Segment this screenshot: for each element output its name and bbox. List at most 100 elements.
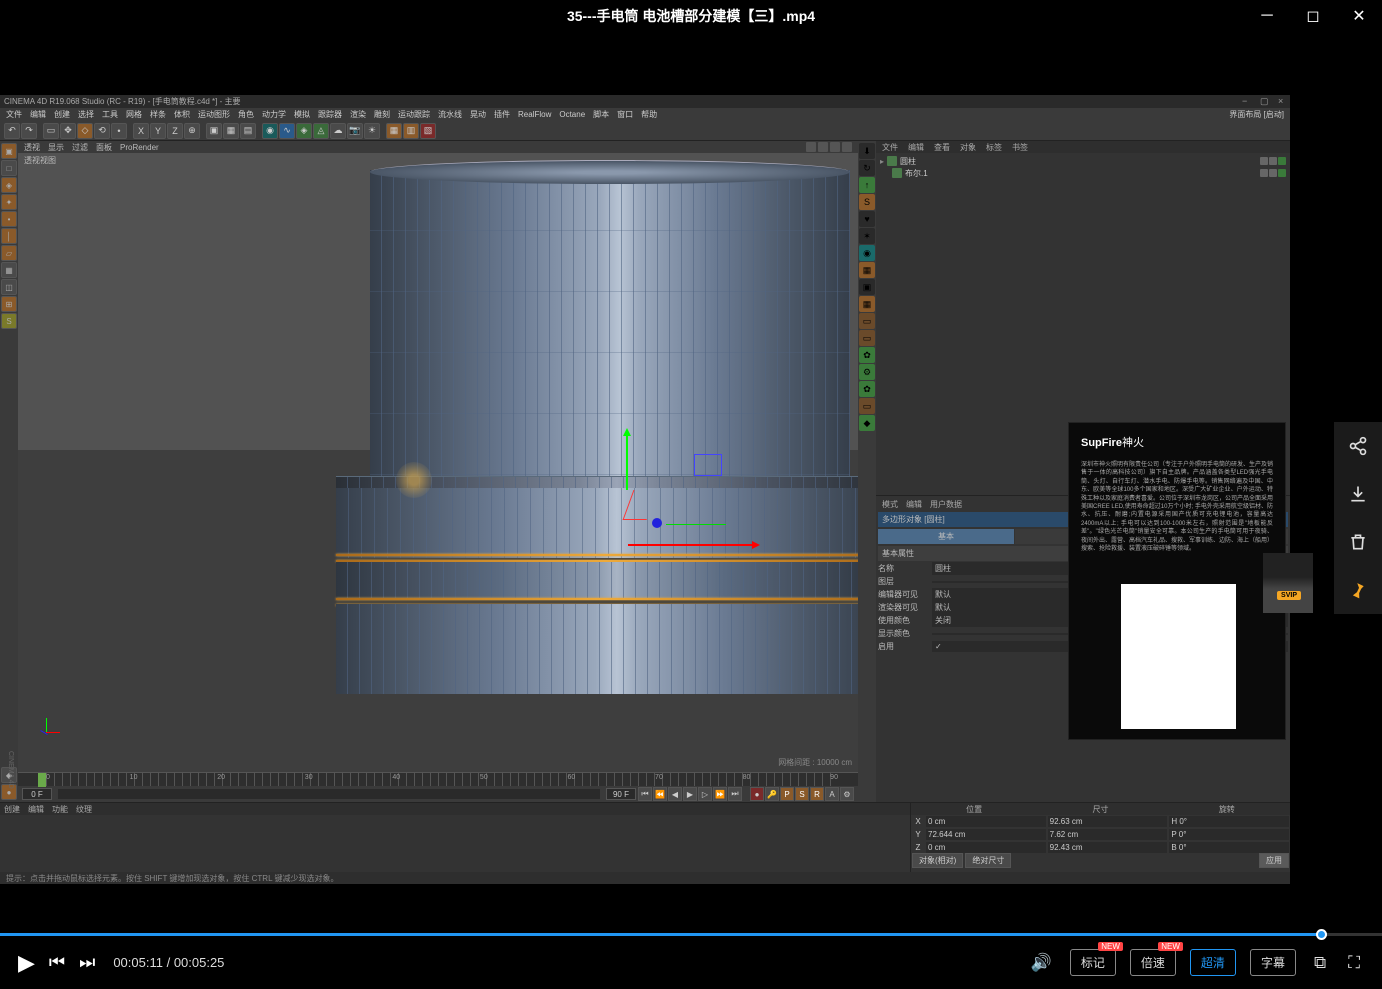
move-gizmo[interactable] — [606, 430, 806, 590]
vp-icon-2[interactable] — [818, 142, 828, 152]
key-a-icon[interactable]: A — [825, 787, 839, 801]
pos-z-input[interactable]: 0 cm — [926, 842, 1046, 853]
next-frame-icon[interactable]: ▷ — [698, 787, 712, 801]
menu-tracker[interactable]: 跟踪器 — [318, 109, 342, 120]
rot-p-input[interactable]: P 0° — [1169, 829, 1289, 840]
record-icon[interactable]: ● — [750, 787, 764, 801]
attr-tab-user[interactable]: 用户数据 — [930, 499, 962, 510]
rot-h-input[interactable]: H 0° — [1169, 816, 1289, 827]
tile-icon[interactable]: ▦ — [386, 123, 402, 139]
goto-end-icon[interactable]: ⏭ — [728, 787, 742, 801]
prev-key-icon[interactable]: ⏪ — [653, 787, 667, 801]
rt-icon-5[interactable]: ♥ — [859, 211, 875, 227]
c4d-min-icon[interactable]: − — [1242, 96, 1252, 106]
rt-icon-12[interactable]: ▭ — [859, 330, 875, 346]
move-icon[interactable]: ✥ — [60, 123, 76, 139]
close-button[interactable]: ✕ — [1336, 0, 1382, 32]
next-button[interactable]: ⏭ — [79, 952, 95, 973]
axis-x-icon[interactable]: X — [133, 123, 149, 139]
obj-tab-file[interactable]: 文件 — [882, 142, 898, 153]
axis-yz-plane[interactable] — [623, 490, 658, 520]
rt-icon-1[interactable]: ⬇ — [859, 143, 875, 159]
key-opts-icon[interactable]: ⚙ — [840, 787, 854, 801]
vp-menu-panel[interactable]: 面板 — [96, 142, 112, 153]
vp-menu-view[interactable]: 透视 — [24, 142, 40, 153]
frame-start-input[interactable] — [22, 788, 52, 800]
axis-y-handle[interactable] — [626, 430, 628, 490]
key-p-icon[interactable]: P — [780, 787, 794, 801]
material-manager[interactable]: 创建 编辑 功能 纹理 — [0, 803, 910, 872]
mat-tab-create[interactable]: 创建 — [4, 804, 20, 815]
axis-z-handle[interactable] — [652, 518, 662, 528]
coord-dim-dropdown[interactable]: 绝对尺寸 — [965, 853, 1011, 868]
menu-sculpt[interactable]: 雕刻 — [374, 109, 390, 120]
edge-mode-icon[interactable]: │ — [1, 228, 17, 244]
workplane-icon[interactable]: ◫ — [1, 279, 17, 295]
obj-tab-edit[interactable]: 编辑 — [908, 142, 924, 153]
vp-icon-3[interactable] — [830, 142, 840, 152]
object-mode-icon[interactable]: ◈ — [1, 177, 17, 193]
render-view-icon[interactable]: ▣ — [206, 123, 222, 139]
goto-start-icon[interactable]: ⏮ — [638, 787, 652, 801]
rotate-icon[interactable]: ⟲ — [94, 123, 110, 139]
obj-tab-view[interactable]: 查看 — [934, 142, 950, 153]
attr-tab-mode[interactable]: 模式 — [882, 499, 898, 510]
subtitle-button[interactable]: 字幕 — [1250, 949, 1296, 976]
mat-tab-edit[interactable]: 编辑 — [28, 804, 44, 815]
make-editable-icon[interactable]: ▣ — [1, 143, 17, 159]
3d-viewport[interactable]: 透视视图 — [18, 153, 858, 772]
menu-simulate[interactable]: 模拟 — [294, 109, 310, 120]
tile2-icon[interactable]: ▥ — [403, 123, 419, 139]
timeline-slider[interactable] — [58, 789, 600, 799]
polygon-mode-icon[interactable]: ▱ — [1, 245, 17, 261]
rt-icon-2[interactable]: ↻ — [859, 160, 875, 176]
axis-mode-icon[interactable]: ✦ — [1, 194, 17, 210]
axis-xy-plane[interactable] — [694, 454, 722, 476]
delete-icon[interactable] — [1334, 518, 1382, 566]
menu-mesh[interactable]: 网格 — [126, 109, 142, 120]
attr-tab-edit[interactable]: 编辑 — [906, 499, 922, 510]
size-y-input[interactable]: 7.62 cm — [1048, 829, 1168, 840]
last-tool-icon[interactable]: • — [111, 123, 127, 139]
axis-x-handle[interactable] — [628, 544, 758, 546]
pin-icon[interactable] — [1334, 566, 1382, 614]
quality-button[interactable]: 超清 — [1190, 949, 1236, 976]
vp-menu-display[interactable]: 显示 — [48, 142, 64, 153]
menu-volume[interactable]: 体积 — [174, 109, 190, 120]
menu-realflow[interactable]: RealFlow — [518, 110, 551, 119]
menu-pipeline[interactable]: 流水线 — [438, 109, 462, 120]
menu-window[interactable]: 窗口 — [617, 109, 633, 120]
vp-icon-4[interactable] — [842, 142, 852, 152]
mark-button[interactable]: 标记 NEW — [1070, 949, 1116, 976]
menu-character[interactable]: 角色 — [238, 109, 254, 120]
point-mode-icon[interactable]: • — [1, 211, 17, 227]
menu-edit[interactable]: 编辑 — [30, 109, 46, 120]
play-button[interactable]: ▶ — [18, 950, 35, 976]
scale-icon[interactable]: ◇ — [77, 123, 93, 139]
menu-dynamics[interactable]: 动力学 — [262, 109, 286, 120]
prev-button[interactable]: ⏮ — [49, 952, 65, 973]
fullscreen-icon[interactable]: ⛶ — [1344, 953, 1364, 973]
rt-icon-17[interactable]: ◆ — [859, 415, 875, 431]
undo-icon[interactable]: ↶ — [4, 123, 20, 139]
axis-y-icon[interactable]: Y — [150, 123, 166, 139]
rt-icon-6[interactable]: ✶ — [859, 228, 875, 244]
select-icon[interactable]: ▭ — [43, 123, 59, 139]
rt-icon-9[interactable]: ▣ — [859, 279, 875, 295]
menu-motiontrack[interactable]: 运动跟踪 — [398, 109, 430, 120]
obj-row-bool[interactable]: 布尔.1 — [880, 167, 1286, 179]
menu-file[interactable]: 文件 — [6, 109, 22, 120]
coord-obj-dropdown[interactable]: 对象(相对) — [912, 853, 963, 868]
pip-icon[interactable]: ⧉ — [1310, 953, 1330, 973]
snap-icon[interactable]: ⊞ — [1, 296, 17, 312]
key-s-icon[interactable]: S — [795, 787, 809, 801]
c4d-max-icon[interactable]: ▢ — [1260, 96, 1270, 106]
light-icon[interactable]: ☀ — [364, 123, 380, 139]
rt-icon-15[interactable]: ✿ — [859, 381, 875, 397]
spline-icon[interactable]: ∿ — [279, 123, 295, 139]
size-x-input[interactable]: 92.63 cm — [1048, 816, 1168, 827]
deformer-icon[interactable]: ◬ — [313, 123, 329, 139]
menu-script[interactable]: 脚本 — [593, 109, 609, 120]
environment-icon[interactable]: ☁ — [330, 123, 346, 139]
render-settings-icon[interactable]: ▦ — [223, 123, 239, 139]
